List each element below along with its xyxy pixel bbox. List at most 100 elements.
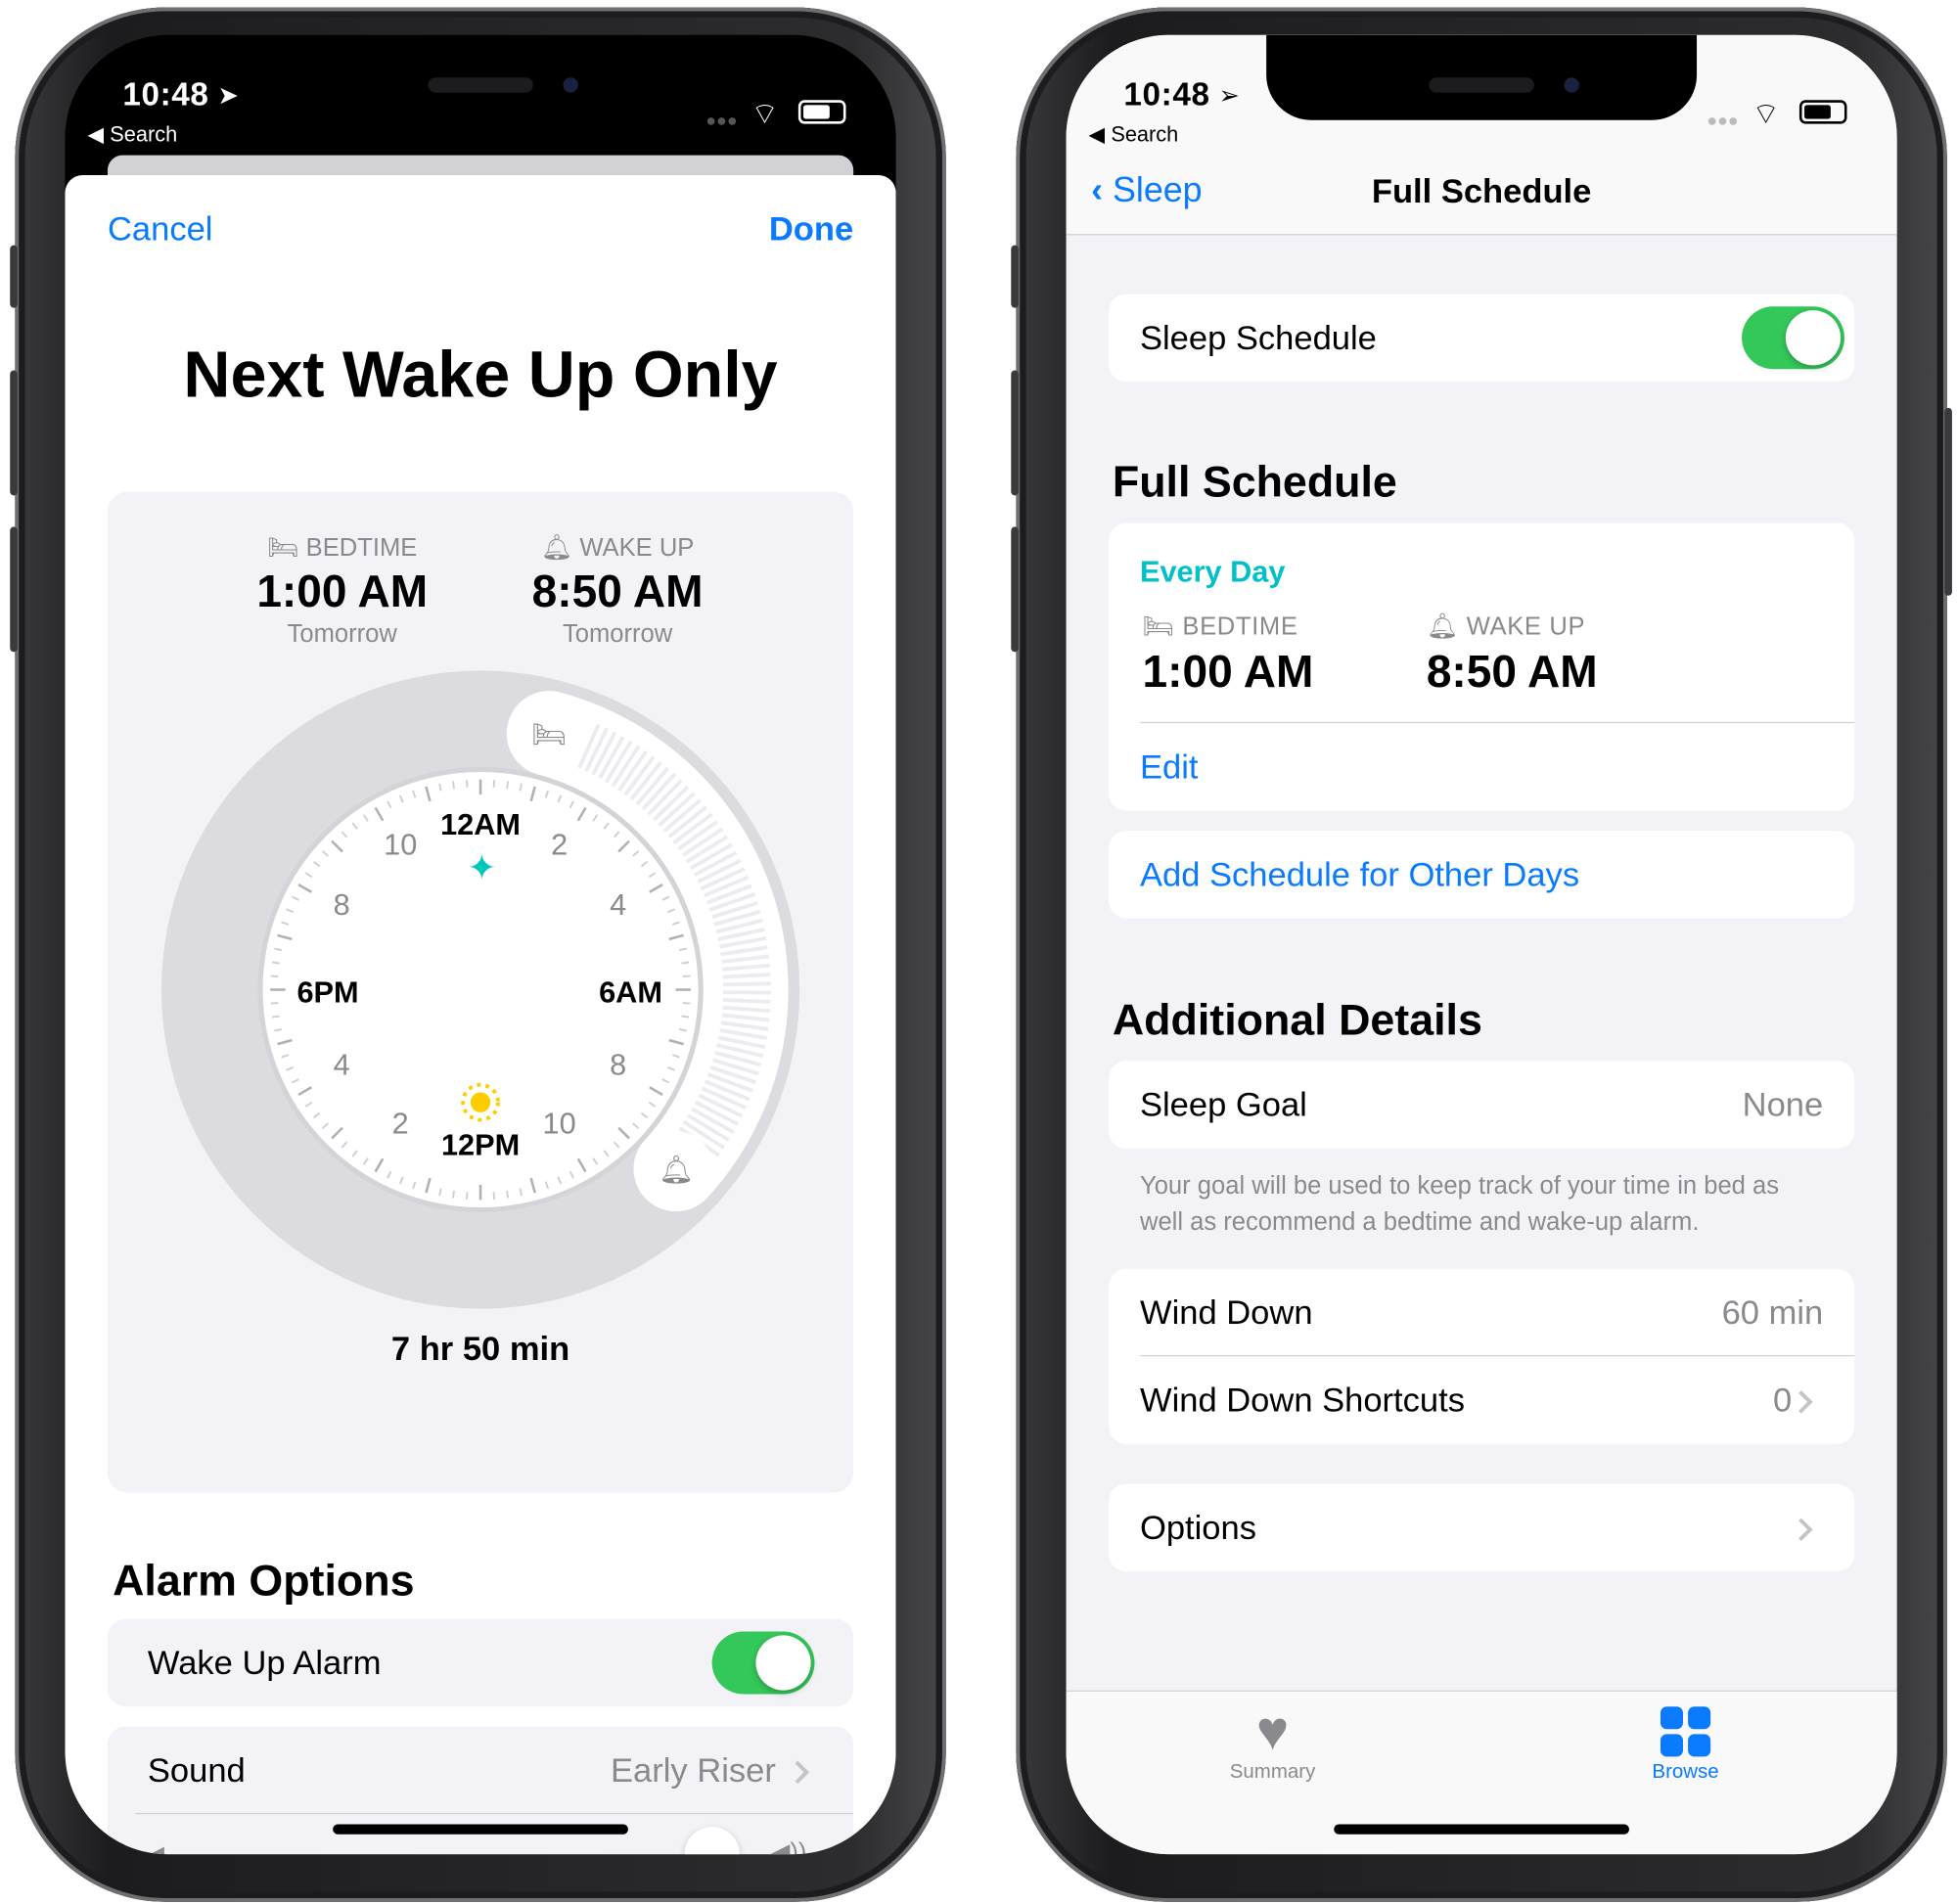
location-arrow-icon: ➤ [217,82,239,111]
left-screen: 10:48 ➤ ◀ Search ●●● ⌔ Cancel Done Next … [65,34,896,1855]
bedtime-time: 1:00 AM [1142,645,1314,698]
clock-tick [681,1015,690,1019]
label-2am: 2 [551,827,568,861]
wake-up-alarm-row: Wake Up Alarm [107,1618,854,1707]
nav-title: Full Schedule [1371,172,1592,210]
clock-tick [466,780,469,788]
wakeup-label: 🔔︎ WAKE UP [1426,612,1586,641]
bell-handle-icon: 🔔︎ [659,1155,694,1185]
label-2pm: 2 [392,1107,409,1141]
bedtime-label: BEDTIME [305,534,418,563]
divider [135,1812,854,1815]
wind-down-label: Wind Down [1139,1293,1313,1332]
volume-low-icon: ◀ [145,1839,164,1854]
bedtime-label: 🛏︎ BEDTIME [1142,612,1298,641]
tab-summary[interactable]: ♥ Summary [1204,1701,1342,1784]
tab-browse-label: Browse [1652,1761,1719,1784]
home-indicator [333,1824,628,1835]
wakeup-time: 8:50 AM [531,566,704,617]
shortcuts-label: Wind Down Shortcuts [1139,1381,1465,1420]
arc-tick [722,998,771,1004]
signal-icon: ●●● [1707,110,1739,130]
label-4pm: 4 [334,1047,350,1081]
add-schedule-label: Add Schedule for Other Days [1139,855,1580,894]
bell-icon: 🔔︎ [1426,612,1459,641]
wake-up-alarm-label: Wake Up Alarm [147,1644,382,1682]
wakeup-time: 8:50 AM [1426,645,1598,698]
back-to-search[interactable]: ◀ Search [88,122,178,148]
clock-tick [270,1002,279,1005]
label-10am: 10 [543,1107,576,1141]
notch [1266,34,1698,120]
label-8pm: 8 [334,887,350,922]
sleep-schedule-row: Sleep Schedule [1109,294,1855,383]
schedule-card: Every Day 🛏︎ BEDTIME 1:00 AM 🔔︎ WAKE UP … [1109,522,1855,811]
wake-up-alarm-toggle[interactable] [711,1631,815,1695]
options-label: Options [1139,1509,1256,1547]
location-arrow-icon: ➢ [1218,82,1240,111]
volume-down-button [1011,526,1019,653]
chevron-right-icon [786,1760,809,1785]
clock-tick [682,975,691,977]
wakeup-label: WAKE UP [579,534,695,563]
clock-tick [271,1015,280,1019]
label-4am: 4 [610,887,626,922]
label-6am: 6AM [599,975,662,1009]
sleep-duration: 7 hr 50 min [390,1330,570,1368]
battery-icon [797,100,846,124]
done-button[interactable]: Done [769,210,853,249]
sleep-goal-row[interactable]: Sleep Goal None [1109,1061,1855,1149]
right-phone: 10:48 ➢ ◀ Search ●●● ⌔ ‹ Sleep Full Sche… [1011,7,1952,1902]
speaker-grille [428,77,533,93]
additional-details-heading: Additional Details [1112,995,1482,1045]
wakeup-day: Tomorrow [562,620,673,649]
tab-browse[interactable]: Browse [1616,1701,1754,1784]
schedule-days: Every Day [1139,555,1286,590]
options-row[interactable]: Options [1109,1483,1855,1572]
left-phone: 10:48 ➤ ◀ Search ●●● ⌔ Cancel Done Next … [10,7,946,1902]
divider [1139,721,1855,724]
arc-tick [723,981,771,987]
back-label: Search [1111,122,1179,147]
back-label: Search [110,122,178,147]
status-time: 10:48 [122,74,209,113]
page-title: Next Wake Up Only [183,339,778,412]
volume-down-button [10,526,18,653]
front-camera [563,77,578,93]
label-8am: 8 [610,1047,626,1081]
add-schedule-button[interactable]: Add Schedule for Other Days [1109,831,1855,919]
volume-slider-knob[interactable] [684,1827,740,1855]
sleep-schedule-toggle[interactable] [1742,306,1844,370]
sleep-clock-dial[interactable]: 12AM 6AM 12PM 6PM 2 4 8 10 2 4 8 10 ✦ 🛏︎… [156,664,806,1315]
bed-icon: 🛏︎ [1142,612,1175,641]
clock-tick [466,1192,469,1200]
full-schedule-heading: Full Schedule [1112,458,1397,507]
volume-high-icon: ◀)) [770,1838,807,1855]
label-12am: 12AM [440,807,521,841]
sleep-goal-footer: Your goal will be used to keep track of … [1139,1172,1780,1237]
heart-icon: ♥ [1255,1700,1290,1762]
clock-tick [271,961,280,965]
label-12pm: 12PM [441,1127,520,1161]
clock-tick [682,1002,691,1005]
volume-up-button [1011,370,1019,496]
edit-button[interactable]: Edit [1140,748,1199,788]
label-6pm: 6PM [296,975,358,1009]
bed-icon: 🛏︎ [267,534,299,563]
bed-handle-icon: 🛏︎ [531,719,567,749]
sleep-goal-label: Sleep Goal [1139,1085,1307,1124]
arc-tick [722,973,771,979]
battery-icon [1798,100,1847,124]
sleep-goal-value: None [1742,1085,1824,1124]
clock-tick [270,975,279,977]
cancel-button[interactable]: Cancel [108,210,212,249]
back-to-search[interactable]: ◀ Search [1089,122,1179,148]
signal-icon: ●●● [705,110,738,130]
wind-down-card: Wind Down 60 min Wind Down Shortcuts 0 [1109,1268,1855,1444]
clock-tick [506,781,510,790]
browse-grid-icon [1660,1706,1711,1757]
label-10pm: 10 [384,827,417,861]
bedtime-summary: 🛏︎ BEDTIME 1:00 AM Tomorrow [233,531,452,649]
bedtime-day: Tomorrow [287,620,397,649]
sound-value: Early Riser [611,1751,776,1790]
